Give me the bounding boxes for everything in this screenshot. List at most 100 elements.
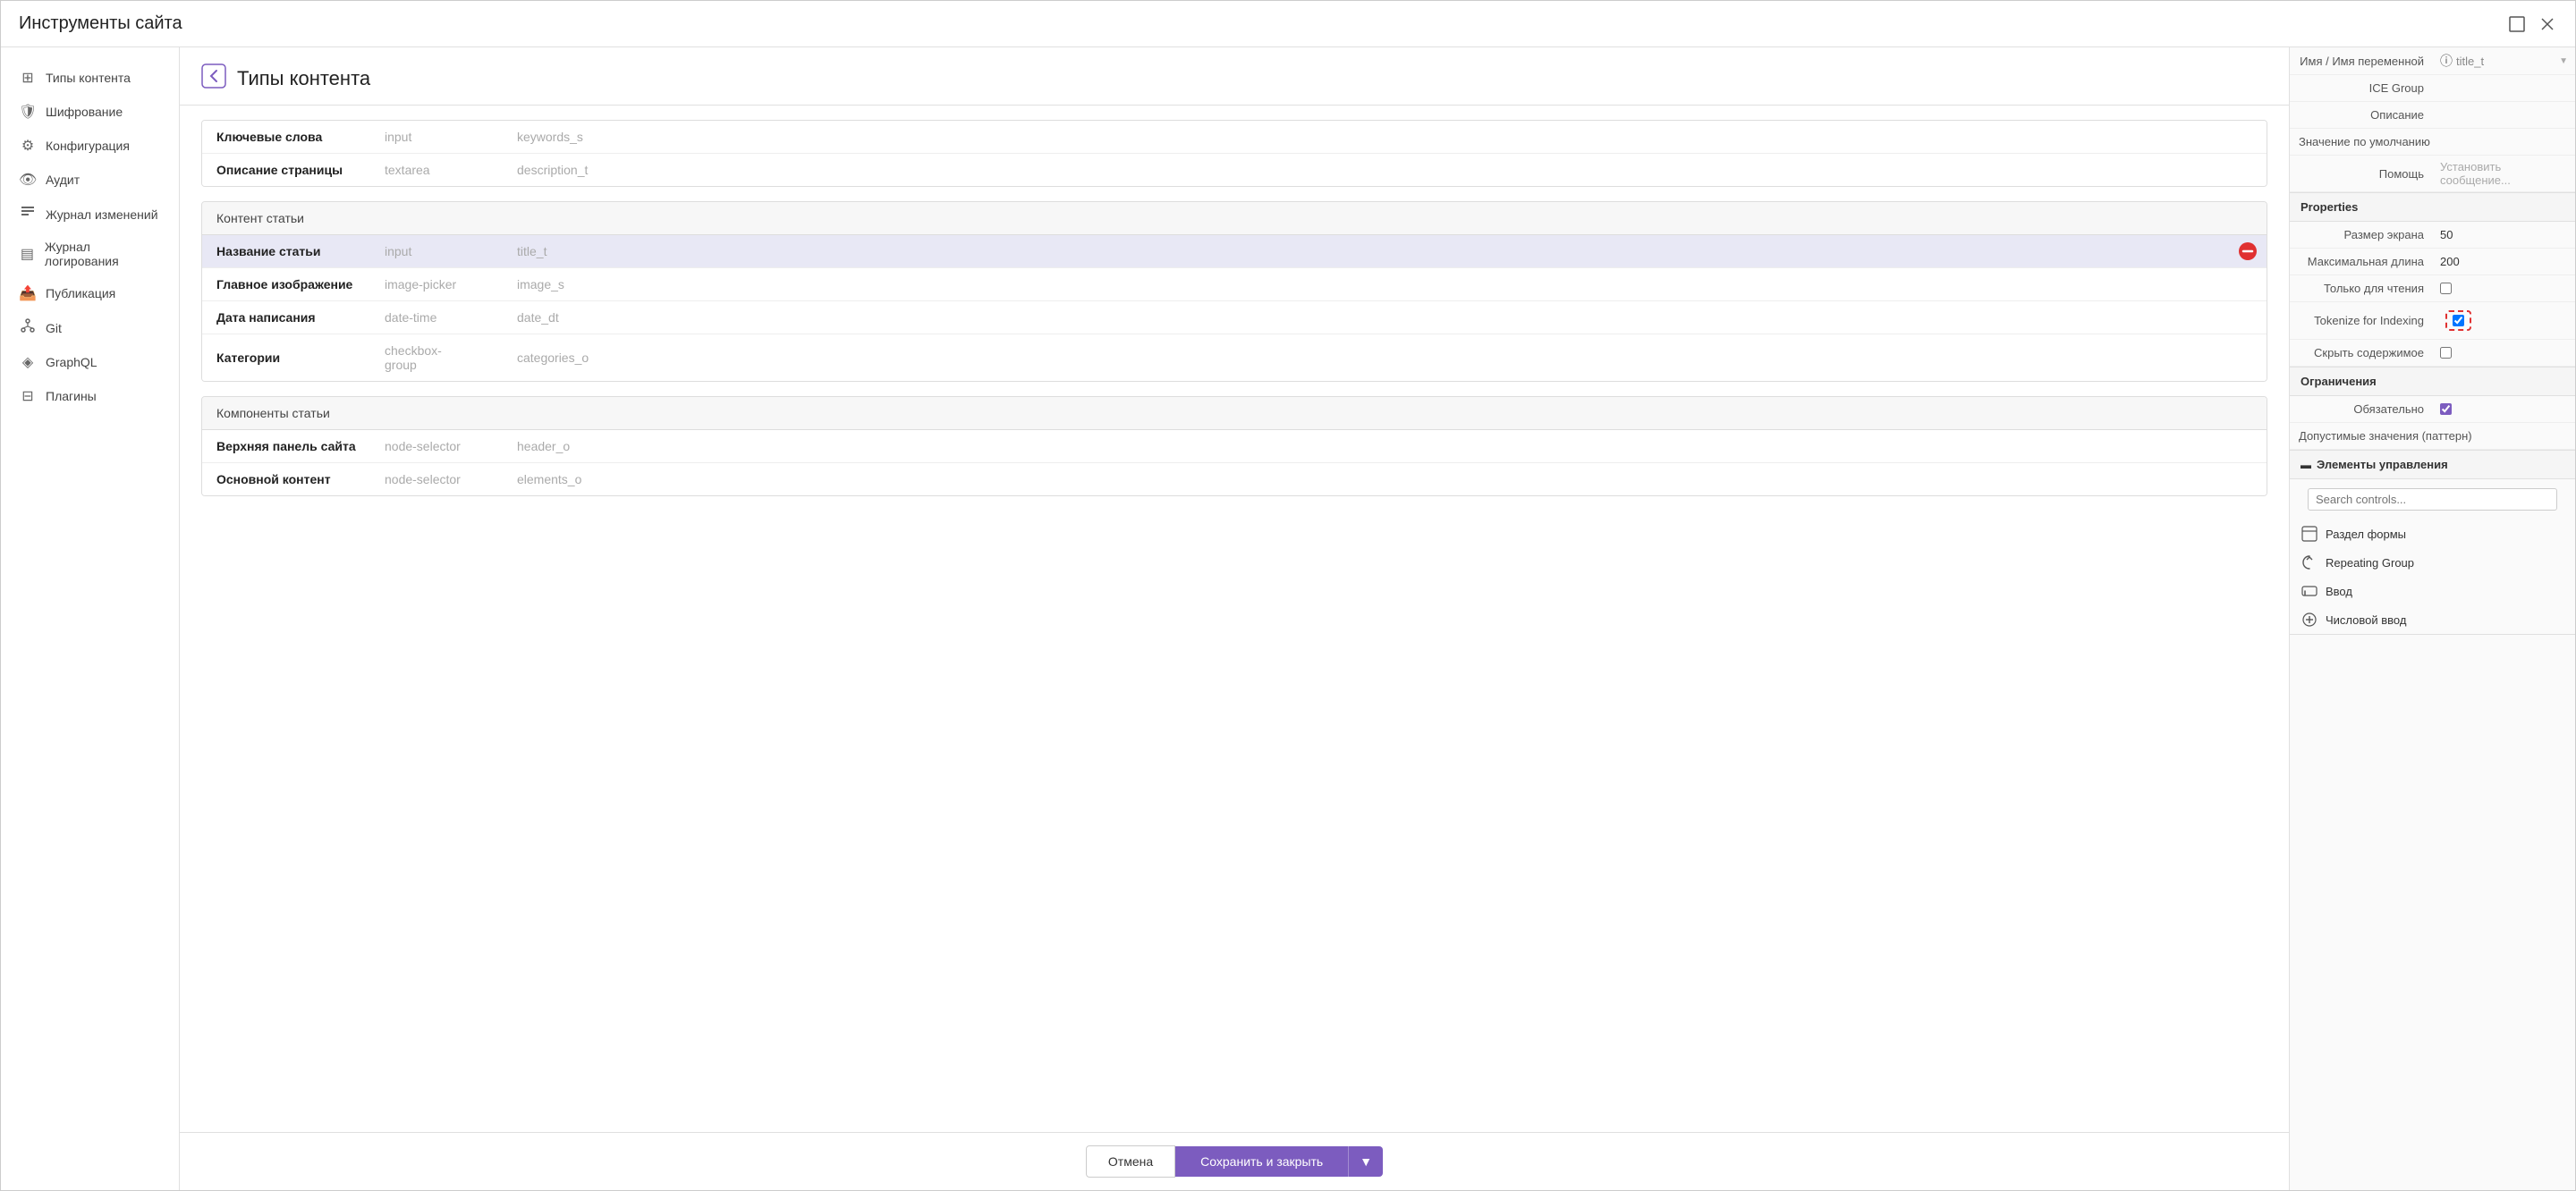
- sidebar-item-publication[interactable]: 📤 Публикация: [1, 277, 179, 309]
- tokenize-checkbox-border: [2445, 310, 2471, 331]
- save-dropdown-button[interactable]: ▼: [1348, 1146, 1383, 1177]
- table-row-write-date[interactable]: Дата написания date-time date_dt: [202, 301, 2267, 334]
- save-dropdown-arrow: ▼: [1360, 1154, 1372, 1169]
- rp-name-section: Имя / Имя переменной ⓘ title_t ▼ ICE Gro…: [2290, 47, 2575, 193]
- rp-pattern-row: Допустимые значения (паттерн): [2290, 423, 2575, 450]
- table-row-categories[interactable]: Категории checkbox-group categories_o: [202, 334, 2267, 381]
- rp-help-value[interactable]: Установить сообщение...: [2433, 156, 2575, 191]
- sidebar-item-graphql[interactable]: ◈ GraphQL: [1, 346, 179, 378]
- sidebar-item-git[interactable]: Git: [1, 311, 179, 344]
- rp-tokenize-checkbox[interactable]: [2453, 315, 2464, 326]
- save-button[interactable]: Сохранить и закрыть: [1175, 1146, 1348, 1177]
- control-item-number-input[interactable]: Числовой ввод: [2290, 605, 2575, 634]
- control-label-repeating-group: Repeating Group: [2326, 556, 2414, 570]
- rp-description-row: Описание: [2290, 102, 2575, 129]
- rp-screen-size-val: 50: [2440, 228, 2453, 241]
- row-name-article-title: Название статьи: [216, 244, 377, 258]
- sidebar-label-graphql: GraphQL: [46, 355, 97, 369]
- minimize-icon[interactable]: [2507, 14, 2527, 34]
- row-name-main-content: Основной контент: [216, 472, 377, 486]
- rp-hide-value: [2433, 342, 2575, 363]
- back-icon[interactable]: [201, 63, 226, 94]
- sidebar-label-git: Git: [46, 321, 62, 335]
- form-section-icon: [2301, 525, 2318, 543]
- row-key-page-desc: description_t: [517, 163, 588, 177]
- rp-tokenize-row: Tokenize for Indexing: [2290, 302, 2575, 340]
- rp-properties-title: Properties: [2290, 193, 2575, 222]
- rp-hide-row: Скрыть содержимое: [2290, 340, 2575, 367]
- sidebar-label-configuration: Конфигурация: [46, 139, 130, 153]
- article-components-section: Компоненты статьи Верхняя панель сайта n…: [201, 396, 2267, 496]
- article-components-title: Компоненты статьи: [216, 406, 330, 420]
- configuration-icon: ⚙: [19, 137, 37, 155]
- rp-help-label: Помощь: [2290, 163, 2433, 185]
- cancel-button[interactable]: Отмена: [1086, 1145, 1175, 1178]
- control-item-form-section[interactable]: Раздел формы: [2290, 519, 2575, 548]
- sidebar-item-log[interactable]: ▤ Журнал логирования: [1, 232, 179, 275]
- rp-screen-size-value: 50: [2433, 224, 2575, 246]
- rp-max-length-value: 200: [2433, 250, 2575, 273]
- table-row-article-title[interactable]: Название статьи input title_t: [202, 235, 2267, 268]
- rp-required-label: Обязательно: [2290, 398, 2433, 420]
- sidebar-item-audit[interactable]: 👁 Аудит: [1, 164, 179, 196]
- rp-readonly-row: Только для чтения: [2290, 275, 2575, 302]
- publication-icon: 📤: [19, 284, 37, 302]
- row-type-write-date: date-time: [385, 310, 510, 325]
- sidebar-label-encryption: Шифрование: [46, 105, 123, 119]
- sidebar-label-publication: Публикация: [46, 286, 115, 300]
- rp-ice-group-value: [2433, 84, 2575, 93]
- control-item-repeating-group[interactable]: Repeating Group: [2290, 548, 2575, 577]
- rp-tokenize-label: Tokenize for Indexing: [2290, 309, 2433, 332]
- rp-required-checkbox[interactable]: [2440, 403, 2452, 415]
- row-name-categories: Категории: [216, 351, 377, 365]
- table-row-main-image[interactable]: Главное изображение image-picker image_s: [202, 268, 2267, 301]
- rp-readonly-label: Только для чтения: [2290, 277, 2433, 300]
- article-content-title: Контент статьи: [216, 211, 304, 225]
- sidebar-label-plugins: Плагины: [46, 389, 97, 403]
- row-key-write-date: date_dt: [517, 310, 559, 325]
- content-area: Типы контента Ключевые слова input keywo…: [180, 47, 2289, 1190]
- rp-help-row: Помощь Установить сообщение...: [2290, 156, 2575, 192]
- rp-controls-label: Элементы управления: [2317, 458, 2448, 471]
- rp-readonly-value: [2433, 278, 2575, 299]
- graphql-icon: ◈: [19, 353, 37, 371]
- rp-hide-checkbox[interactable]: [2440, 347, 2452, 359]
- row-name-keywords: Ключевые слова: [216, 130, 377, 144]
- number-input-icon: [2301, 611, 2318, 629]
- row-key-article-title: title_t: [517, 244, 547, 258]
- search-controls-input[interactable]: [2308, 488, 2557, 511]
- sidebar-item-configuration[interactable]: ⚙ Конфигурация: [1, 130, 179, 162]
- rp-controls-title: ▬ Элементы управления: [2290, 451, 2575, 479]
- rp-name-label: Имя / Имя переменной: [2290, 50, 2433, 72]
- audit-icon: 👁: [19, 171, 37, 189]
- rp-hide-label: Скрыть содержимое: [2290, 342, 2433, 364]
- plugins-icon: ⊟: [19, 387, 37, 405]
- row-name-page-desc: Описание страницы: [216, 163, 377, 177]
- sidebar: ⊞ Типы контента 🛡 Шифрование ⚙ Конфигура…: [1, 47, 180, 1190]
- table-row-main-content[interactable]: Основной контент node-selector elements_…: [202, 463, 2267, 495]
- close-icon[interactable]: [2538, 14, 2557, 34]
- rp-default-row: Значение по умолчанию: [2290, 129, 2575, 156]
- row-type-main-content: node-selector: [385, 472, 510, 486]
- row-key-main-content: elements_o: [517, 472, 581, 486]
- rp-controls-collapse-icon[interactable]: ▬: [2301, 459, 2311, 471]
- control-item-input[interactable]: Ввод: [2290, 577, 2575, 605]
- sidebar-item-plugins[interactable]: ⊟ Плагины: [1, 380, 179, 412]
- page-title: Типы контента: [237, 67, 370, 90]
- delete-article-title-button[interactable]: [2238, 241, 2258, 261]
- row-type-top-panel: node-selector: [385, 439, 510, 453]
- sidebar-item-encryption[interactable]: 🛡 Шифрование: [1, 96, 179, 128]
- git-icon: [19, 318, 37, 337]
- rp-pattern-value: [2481, 432, 2575, 441]
- sidebar-label-change-log: Журнал изменений: [46, 207, 158, 222]
- rp-constraints-title: Ограничения: [2290, 367, 2575, 396]
- rp-readonly-checkbox[interactable]: [2440, 283, 2452, 294]
- rp-required-row: Обязательно: [2290, 396, 2575, 423]
- sidebar-item-content-types[interactable]: ⊞ Типы контента: [1, 62, 179, 94]
- row-name-write-date: Дата написания: [216, 310, 377, 325]
- table-row-top-panel[interactable]: Верхняя панель сайта node-selector heade…: [202, 430, 2267, 463]
- repeating-group-icon: [2301, 553, 2318, 571]
- log-icon: ▤: [19, 245, 36, 263]
- sidebar-item-change-log[interactable]: Журнал изменений: [1, 198, 179, 231]
- rp-ice-group-label: ICE Group: [2290, 77, 2433, 99]
